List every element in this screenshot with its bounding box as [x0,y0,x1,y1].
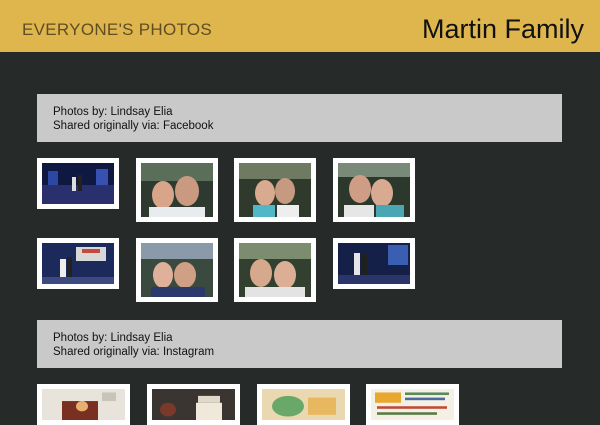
photos-by-label: Photos by: Lindsay Elia [53,332,173,344]
photo-thumbnail[interactable] [257,384,350,425]
photo-thumbnail[interactable] [333,158,415,222]
shared-via-label: Shared originally via: Facebook [53,120,214,132]
everyones-photos-link[interactable]: EVERYONE'S PHOTOS [22,20,212,40]
album-title: Martin Family [421,14,584,44]
section-info-facebook: Photos by: Lindsay Elia Shared originall… [37,94,562,142]
photos-by-label: Photos by: Lindsay Elia [53,106,173,118]
photo-thumbnail[interactable] [37,238,119,289]
photo-thumbnail[interactable] [234,158,316,222]
photo-thumbnail[interactable] [366,384,459,425]
photo-thumbnail[interactable] [147,384,240,425]
photo-thumbnail[interactable] [234,238,316,302]
section-info-instagram: Photos by: Lindsay Elia Shared originall… [37,320,562,368]
photo-thumbnail[interactable] [136,158,218,222]
photo-thumbnail[interactable] [136,238,218,302]
top-bar: EVERYONE'S PHOTOS Martin Family [0,0,600,52]
photo-thumbnail[interactable] [37,158,119,209]
shared-via-label: Shared originally via: Instagram [53,346,215,358]
photo-thumbnail[interactable] [333,238,415,289]
photo-thumbnail[interactable] [37,384,130,425]
